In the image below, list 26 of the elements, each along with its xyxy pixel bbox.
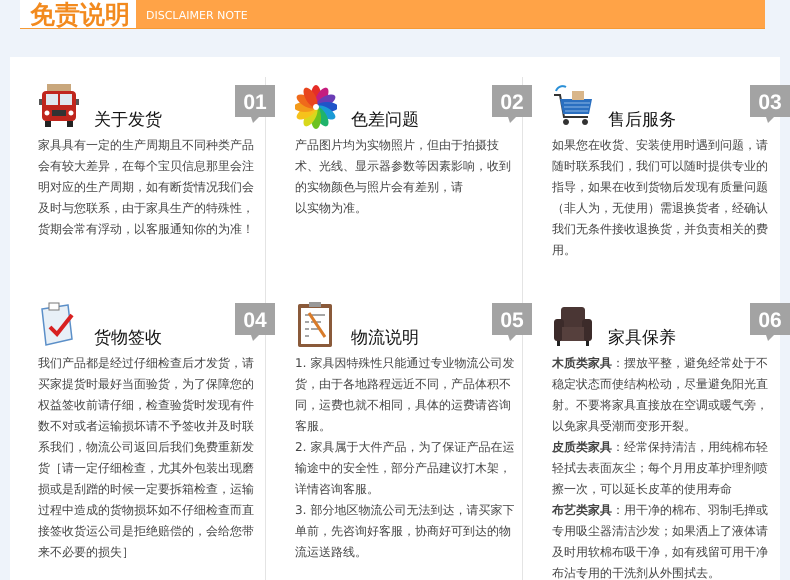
section-paragraph: 2. 家具属于大件产品，为了保证产品在运输途中的安全性，部分产品建议打木架，详情咨询客服。 bbox=[295, 439, 516, 498]
number-badge: 06 bbox=[750, 303, 790, 343]
section-title: 色差问题 bbox=[351, 108, 419, 132]
number-badge: 02 bbox=[492, 85, 532, 125]
number-badge: 01 bbox=[235, 85, 275, 125]
section-title: 关于发货 bbox=[94, 108, 162, 132]
section-title: 物流说明 bbox=[351, 326, 419, 350]
number-badge: 05 bbox=[492, 303, 532, 343]
color-wheel-icon bbox=[295, 83, 337, 131]
section-paragraph: 布艺类家具：用干净的棉布、羽制毛掸或专用吸尘器清洁沙发；如果洒上了液体请及时用软棉布吸干净，如有残留可用干净布沾专用的干洗剂从外围拭去。 bbox=[552, 502, 769, 580]
section-paragraph: 家具具有一定的生产周期且不同种类产品会有较大差异，在每个宝贝信息那里会注明对应的生产周期，如有断货情况我们会及时与您联系，由于家具生产的特殊性，货期会常有浮动，以客服通知你的为准！ bbox=[38, 137, 255, 238]
banner-subtitle: DISCLAIMER NOTE bbox=[146, 8, 248, 24]
section-paragraph: 3. 部分地区物流公司无法到达，请买家下单前，先咨询好客服，协商好可到达的物流运送路线。 bbox=[295, 502, 516, 561]
section-paragraph: 如果您在收货、安装使用时遇到问题，请随时联系我们，我们可以随时提供专业的指导，如果在收到货物后发现有质量问题（非人为，无使用）需退换货者，经确认我们无条件接收退换货，并负责相关的费用。 bbox=[552, 137, 769, 259]
section-paragraph: 我们产品都是经过仔细检查后才发货，请买家提货时最好当面验货，为了保障您的权益签收前请仔细，检查验货时发现有件数不对或者运输损坏请不予签收并及时联系我们，物流公司返回后我们免费重新发货［请一定仔细检查，尤其外包装出现磨损或是刮蹭的时候一定要拆箱检查，运输过程中造成的货物损坏如不仔细检查而直接签收货运公司是拒绝赔偿的，会给您带来不必要的损失］ bbox=[38, 355, 255, 561]
section-paragraph: 1. 家具因特殊性只能通过专业物流公司发货，由于各地路程远近不同，产品体积不同，运费也就不相同，具体的运费请咨询客服。 bbox=[295, 355, 516, 435]
number-badge: 04 bbox=[235, 303, 275, 343]
number-badge: 03 bbox=[750, 85, 790, 125]
section-paragraph: 皮质类家具：经常保持清洁，用纯棉布轻轻拭去表面灰尘；每个月用皮革护理剂喷擦一次，可以延长皮革的使用寿命 bbox=[552, 439, 769, 498]
section-title: 售后服务 bbox=[608, 108, 676, 132]
section-title: 货物签收 bbox=[94, 326, 162, 350]
section-paragraph: 木质类家具：摆放平整，避免经常处于不稳定状态而使结构松动，尽量避免阳光直射。不要将家具直接放在空调或暖气旁，以免家具受潮而变形开裂。 bbox=[552, 355, 769, 435]
page-title: 免责说明 bbox=[20, 0, 136, 28]
section-paragraph: 产品图片均为实物照片，但由于拍摄技术、光线、显示器参数等因素影响，收到的实物颜色与照片会有差别，请 bbox=[295, 137, 512, 196]
section-paragraph: 以实物为准。 bbox=[295, 200, 368, 217]
section-title: 家具保养 bbox=[608, 326, 676, 350]
